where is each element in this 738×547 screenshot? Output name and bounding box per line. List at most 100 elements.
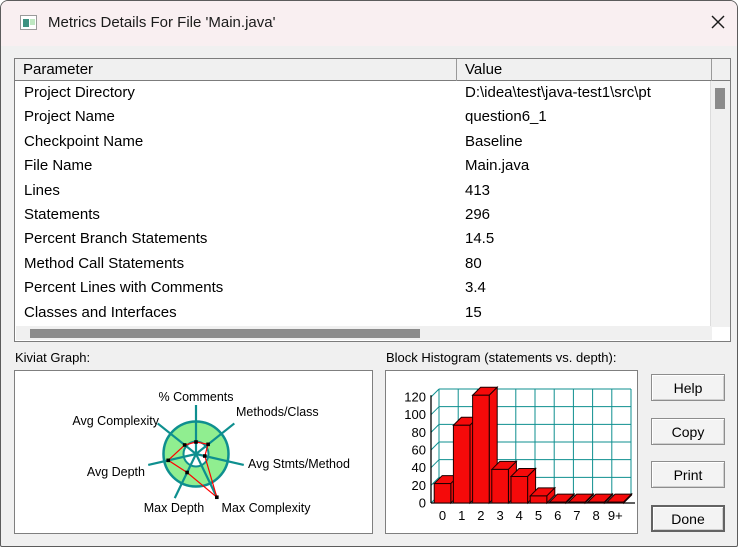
table-row[interactable]: Project Name question6_1 — [16, 105, 712, 129]
y-tick-label: 60 — [412, 443, 426, 458]
table-header: Parameter Value — [15, 59, 730, 81]
bar-front — [491, 468, 509, 504]
kiviat-data-point — [206, 442, 210, 447]
x-tick-label: 4 — [516, 508, 523, 523]
value-cell: Main.java — [465, 157, 530, 175]
copy-button[interactable]: Copy — [651, 418, 725, 445]
bar-front — [587, 501, 605, 504]
param-cell: Statements — [24, 205, 100, 223]
vertical-scrollbar-thumb[interactable] — [715, 88, 725, 109]
value-cell: 296 — [465, 205, 491, 223]
param-cell: Method Call Statements — [24, 254, 185, 272]
x-tick-label: 5 — [535, 508, 542, 523]
print-button[interactable]: Print — [651, 461, 725, 488]
table-row[interactable]: Percent Lines with Comments 3.4 — [16, 276, 712, 300]
param-cell: Checkpoint Name — [24, 132, 144, 150]
y-tick-label: 0 — [419, 496, 426, 511]
table-row[interactable]: Method Call Statements 80 — [16, 252, 712, 276]
close-icon[interactable] — [704, 9, 732, 35]
metrics-table: Parameter Value Project Directory D:\idea… — [14, 58, 731, 342]
param-cell: Percent Branch Statements — [24, 230, 208, 248]
value-cell: 14.5 — [465, 230, 495, 248]
value-cell: 413 — [465, 181, 491, 199]
x-tick-label: 8 — [592, 508, 599, 523]
param-cell: Project Directory — [24, 84, 135, 101]
kiviat-data-point — [215, 495, 219, 500]
bar-front — [472, 394, 490, 504]
horizontal-scrollbar[interactable] — [16, 326, 712, 340]
table-row[interactable]: Checkpoint Name Baseline — [16, 130, 712, 154]
table-row[interactable]: Percent Branch Statements 14.5 — [16, 227, 712, 251]
kiviat-axis-label: Avg Stmts/Method — [248, 457, 350, 471]
bar-front — [548, 501, 567, 504]
value-cell: question6_1 — [465, 108, 547, 126]
kiviat-data-point — [166, 458, 171, 463]
x-tick-label: 1 — [458, 508, 465, 523]
x-tick-label: 6 — [554, 508, 561, 523]
value-cell: D:\idea\test\java-test1\src\pt — [465, 84, 651, 101]
column-header-parameter[interactable]: Parameter — [15, 59, 457, 81]
table-row[interactable]: Project Directory D:\idea\test\java-test1… — [16, 81, 712, 105]
y-tick-connector — [430, 406, 440, 416]
window-title: Metrics Details For File 'Main.java' — [48, 14, 276, 31]
kiviat-axis-label: Max Complexity — [222, 501, 312, 515]
bar-front — [433, 483, 452, 504]
kiviat-axis-label: % Comments — [158, 390, 233, 404]
y-tick-label: 20 — [412, 478, 426, 493]
app-icon — [20, 15, 37, 30]
table-row[interactable]: Lines 413 — [16, 179, 712, 203]
kiviat-graph-panel: % Comments Methods/Class Avg Stmts/Method M… — [14, 370, 373, 534]
bar-front — [529, 495, 548, 504]
histogram-chart: 0204060801001200 1 2 3 4 5 6 7 8 9+ — [404, 386, 635, 523]
kiviat-data-point — [194, 440, 198, 444]
y-tick-connector — [430, 459, 440, 469]
help-button[interactable]: Help — [651, 374, 725, 401]
column-header-value[interactable]: Value — [457, 59, 712, 81]
title-bar: Metrics Details For File 'Main.java' — [1, 1, 737, 46]
bar-front — [452, 424, 471, 504]
bar-front — [606, 501, 625, 504]
y-tick-connector — [430, 423, 440, 433]
kiviat-chart: % CommentsMethods/Class Avg Stmts/Method M… — [72, 390, 350, 515]
y-tick-label: 100 — [404, 407, 426, 422]
param-cell: Lines — [24, 181, 60, 199]
x-tick-label: 9+ — [608, 508, 623, 523]
y-tick-label: 80 — [412, 425, 426, 440]
kiviat-data-point — [202, 454, 207, 458]
kiviat-data-point — [185, 470, 189, 475]
x-tick-label: 2 — [477, 508, 484, 523]
x-tick-label: 0 — [439, 508, 446, 523]
table-row[interactable]: File Name Main.java — [16, 154, 712, 178]
param-cell: Classes and Interfaces — [24, 303, 177, 321]
block-histogram-label: Block Histogram (statements vs. depth): — [386, 350, 617, 365]
block-histogram-panel: 0 20 40 60 80 100 120 0 1 2 3 4 5 6 7 8 9+ — [385, 370, 638, 534]
y-tick-connector — [430, 388, 440, 398]
table-row[interactable]: Classes and Interfaces 15 — [16, 301, 712, 325]
y-tick-label: 120 — [404, 390, 426, 405]
y-tick-connector — [430, 441, 440, 451]
bar-front — [510, 476, 529, 504]
table-row[interactable]: Statements 296 — [16, 203, 712, 227]
x-tick-label: 3 — [496, 508, 503, 523]
param-cell: Project Name — [24, 108, 115, 126]
kiviat-axis-label: Avg Depth — [87, 465, 145, 479]
kiviat-axis-label: Max Depth — [144, 501, 204, 515]
table-body: Project Directory D:\idea\test\java-test1… — [16, 81, 712, 327]
metrics-details-dialog: Metrics Details For File 'Main.java' Par… — [0, 0, 738, 547]
value-cell: Baseline — [465, 132, 523, 150]
value-cell: 80 — [465, 254, 482, 272]
value-cell: 3.4 — [465, 279, 486, 297]
kiviat-axis-label: Avg Complexity — [72, 414, 159, 428]
kiviat-graph-label: Kiviat Graph: — [15, 350, 91, 365]
value-cell: 15 — [465, 303, 482, 321]
horizontal-scrollbar-thumb[interactable] — [30, 329, 420, 338]
x-tick-label: 7 — [573, 508, 580, 523]
bar-front — [568, 501, 586, 504]
kiviat-axis-label: Methods/Class — [236, 405, 319, 419]
done-button[interactable]: Done — [651, 505, 725, 532]
kiviat-data-point — [182, 443, 187, 447]
param-cell: File Name — [24, 157, 93, 175]
param-cell: Percent Lines with Comments — [24, 279, 224, 297]
vertical-scrollbar[interactable] — [710, 81, 730, 327]
y-tick-label: 40 — [412, 460, 426, 475]
